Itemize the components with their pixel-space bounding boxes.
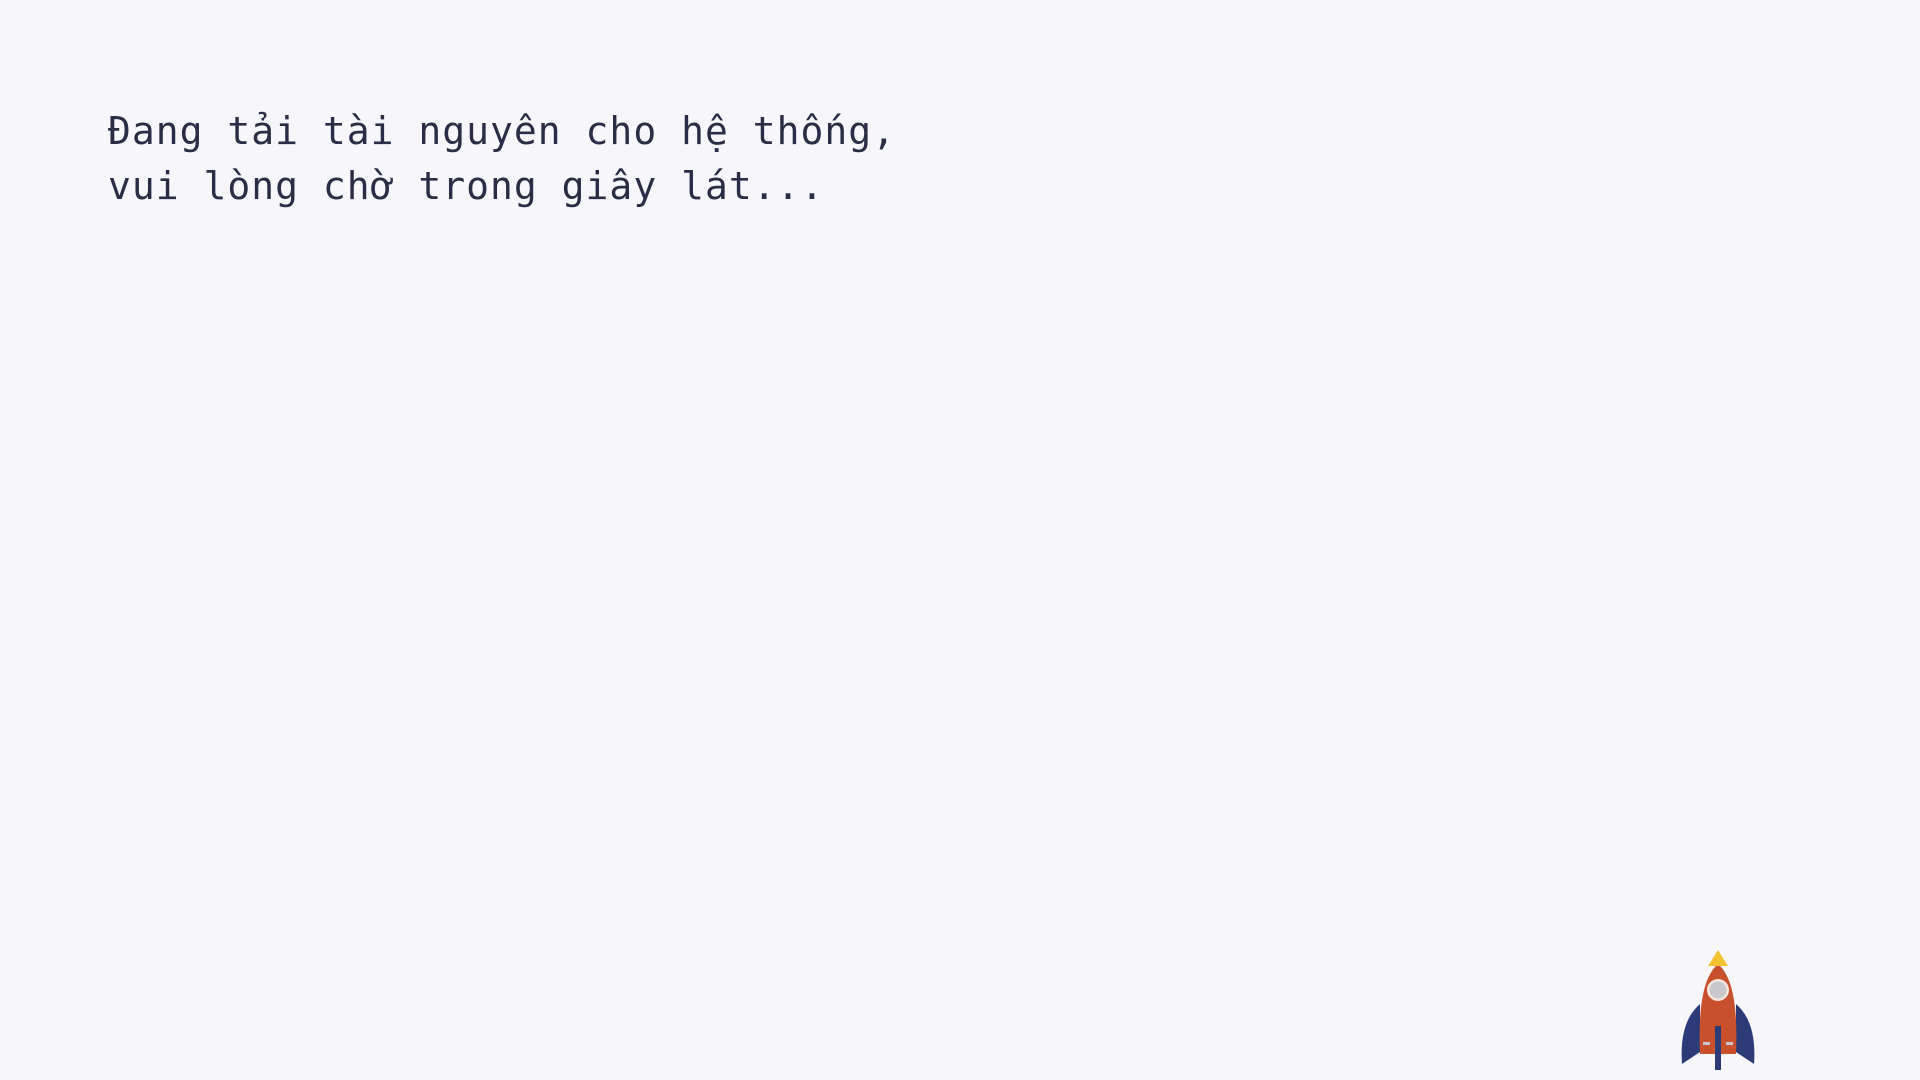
loading-message-line-1: Đang tải tài nguyên cho hệ thống, [108,109,896,153]
rocket-icon [1676,946,1760,1080]
loading-message: Đang tải tài nguyên cho hệ thống, vui lò… [108,104,896,214]
loading-message-line-2: vui lòng chờ trong giây lát... [108,164,825,208]
